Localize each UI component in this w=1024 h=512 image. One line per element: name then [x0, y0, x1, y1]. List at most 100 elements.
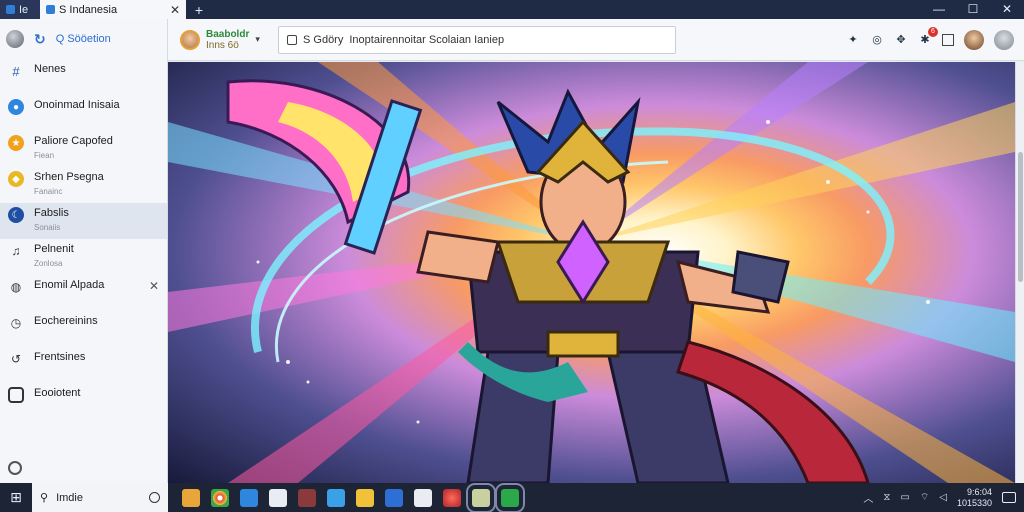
- sidebar-item-sub: Zonlosa: [34, 259, 63, 268]
- notifications-icon[interactable]: [1002, 492, 1016, 503]
- tab-active-title: S Indanesia: [46, 4, 117, 16]
- sidebar-search[interactable]: Q Sööetion: [56, 33, 111, 45]
- record-icon[interactable]: [443, 488, 461, 507]
- sidebar-item-frentsines[interactable]: ↺ Frentsines: [0, 347, 167, 383]
- page-artwork: [168, 62, 1015, 483]
- tab-first-label: Ie: [19, 3, 29, 16]
- globe-icon: ●: [8, 99, 24, 115]
- sidebar-item-label: Enomil Alpada: [34, 279, 105, 291]
- taskbar: ⊞ ⚲ Imdie ︿ ⧖ ▭ ⌔ ◁ 9:6:04 1015330: [0, 482, 1024, 512]
- store-icon[interactable]: [240, 488, 258, 507]
- browser-toolbar: Baaboldr Inns 6ö ▾ S Gdöry Inoptairennoi…: [168, 19, 1024, 61]
- account-avatar-secondary[interactable]: [994, 29, 1014, 50]
- account-avatar[interactable]: [964, 29, 984, 50]
- notification-icon[interactable]: ✱: [918, 26, 938, 47]
- target-icon[interactable]: ◎: [870, 33, 884, 47]
- user-avatar[interactable]: [6, 30, 24, 48]
- close-tab-icon[interactable]: ✕: [170, 3, 180, 17]
- sidebar-item-fabslis[interactable]: ☾ Fabslis Sonaiis: [0, 203, 167, 239]
- sidebar-item-label: Eooiotent: [34, 387, 81, 399]
- clock-icon: ◷: [10, 316, 22, 330]
- scrollbar-thumb[interactable]: [1018, 152, 1023, 282]
- sidebar-item-label: Onoinmad Inisaia: [34, 99, 120, 111]
- crescent-icon: ☾: [8, 207, 24, 223]
- clock-time: 9:6:04: [966, 486, 992, 497]
- volume-icon[interactable]: ◁: [939, 492, 947, 503]
- photos-icon[interactable]: [298, 488, 316, 507]
- sidebar: ↻ Q Sööetion # Nenes ● Onoinmad Inisaia …: [0, 19, 168, 483]
- document-icon[interactable]: [269, 488, 287, 507]
- chrome-icon[interactable]: [211, 488, 229, 507]
- tag-icon: ◍: [10, 280, 22, 294]
- sidebar-item-eochereinins[interactable]: ◷ Eochereinins: [0, 311, 167, 347]
- wifi-icon[interactable]: ⌔: [920, 491, 929, 504]
- hashtag-icon: #: [12, 63, 20, 79]
- chevron-down-icon: ▾: [255, 34, 260, 44]
- sidebar-item-label: Paliore Capofed: [34, 135, 113, 147]
- profile-sub: Inns 6ö: [206, 39, 239, 51]
- sidebar-header: ↻ Q Sööetion: [0, 19, 167, 59]
- star-icon: ★: [8, 135, 24, 151]
- new-tab-button[interactable]: +: [186, 2, 212, 18]
- sidebar-item-enomil[interactable]: ◍ Enomil Alpada ✕: [0, 275, 167, 311]
- sidebar-item-label: Frentsines: [34, 351, 86, 363]
- sidebar-item-nenes[interactable]: # Nenes: [0, 59, 167, 95]
- music-note-icon: ♫: [11, 244, 21, 258]
- network-icon[interactable]: ⧖: [883, 492, 890, 503]
- sidebar-item-label: Pelnenit: [34, 243, 74, 255]
- tab-favicon-icon: [6, 5, 15, 14]
- profile-names: Baaboldr Inns 6ö: [206, 29, 249, 51]
- sidebar-item-pelnenit[interactable]: ♫ Pelnenit Zonlosa: [0, 239, 167, 275]
- game-app-icon[interactable]: [466, 482, 496, 512]
- speed-dial-icon[interactable]: [8, 461, 22, 475]
- mail-icon[interactable]: [385, 488, 403, 507]
- tab-strip: Ie S Indanesia ✕ + — ☐ ✕: [0, 0, 1024, 19]
- sidebar-item-label: Srhen Psegna: [34, 171, 104, 183]
- vertical-scrollbar[interactable]: [1015, 62, 1024, 483]
- sidebar-item-label: Fabslis: [34, 207, 69, 219]
- taskbar-search[interactable]: ⚲ Imdie: [32, 483, 168, 512]
- history-icon: ↺: [10, 352, 22, 366]
- puzzle-icon[interactable]: ✥: [894, 33, 908, 47]
- profile-name: Baaboldr: [206, 28, 250, 40]
- remove-item-icon[interactable]: ✕: [149, 279, 159, 293]
- telegram-icon[interactable]: [327, 488, 345, 507]
- address-text: Inoptairennoitar Scolaian Ianiep: [349, 33, 505, 46]
- sidebar-item-onoinmad[interactable]: ● Onoinmad Inisaia: [0, 95, 167, 131]
- close-window-button[interactable]: ✕: [990, 0, 1024, 19]
- sidebar-item-paliore[interactable]: ★ Paliore Capofed Fiean: [0, 131, 167, 167]
- sidebar-item-label: Nenes: [34, 63, 66, 75]
- square-icon: [8, 387, 24, 403]
- battery-icon[interactable]: ▭: [900, 492, 909, 503]
- sheet-icon[interactable]: [495, 482, 525, 512]
- start-button[interactable]: ⊞: [0, 483, 32, 512]
- taskbar-search-text: Imdie: [56, 491, 83, 504]
- chevron-up-icon[interactable]: ︿: [863, 490, 873, 505]
- refresh-icon[interactable]: ↻: [34, 31, 46, 48]
- hero-illustration: [168, 62, 1015, 483]
- bag-icon[interactable]: [414, 488, 432, 507]
- search-glass-icon[interactable]: [149, 492, 160, 503]
- sidebar-item-label: Eochereinins: [34, 315, 98, 327]
- profile-avatar: [180, 29, 200, 50]
- address-bar[interactable]: S Gdöry Inoptairennoitar Scolaian Ianiep: [278, 25, 676, 54]
- profile-switcher[interactable]: Baaboldr Inns 6ö ▾: [168, 29, 278, 51]
- clock[interactable]: 9:6:04 1015330: [957, 487, 992, 509]
- extension-icon[interactable]: ✦: [846, 33, 860, 47]
- tab-active-label: S Indanesia: [59, 3, 118, 16]
- sidebar-item-srhen[interactable]: ◆ Srhen Psegna Fanainc: [0, 167, 167, 203]
- folder-icon[interactable]: [356, 488, 374, 507]
- taskbar-app-icon[interactable]: [182, 488, 200, 507]
- tab-first[interactable]: Ie: [0, 0, 40, 19]
- tab-active[interactable]: S Indanesia ✕: [40, 0, 186, 19]
- toolbar-actions: ✦ ◎ ✥ ✱: [846, 26, 1024, 50]
- system-tray: ︿ ⧖ ▭ ⌔ ◁ 9:6:04 1015330: [863, 487, 1024, 509]
- coin-icon: ◆: [8, 171, 24, 187]
- sidebar-toggle-icon[interactable]: [942, 33, 954, 46]
- minimize-button[interactable]: —: [922, 0, 956, 19]
- window-controls: — ☐ ✕: [922, 0, 1024, 19]
- maximize-button[interactable]: ☐: [956, 0, 990, 19]
- clock-date: 1015330: [956, 497, 992, 508]
- sidebar-item-eooiotent[interactable]: Eooiotent: [0, 383, 167, 419]
- search-icon: ⚲: [40, 492, 49, 504]
